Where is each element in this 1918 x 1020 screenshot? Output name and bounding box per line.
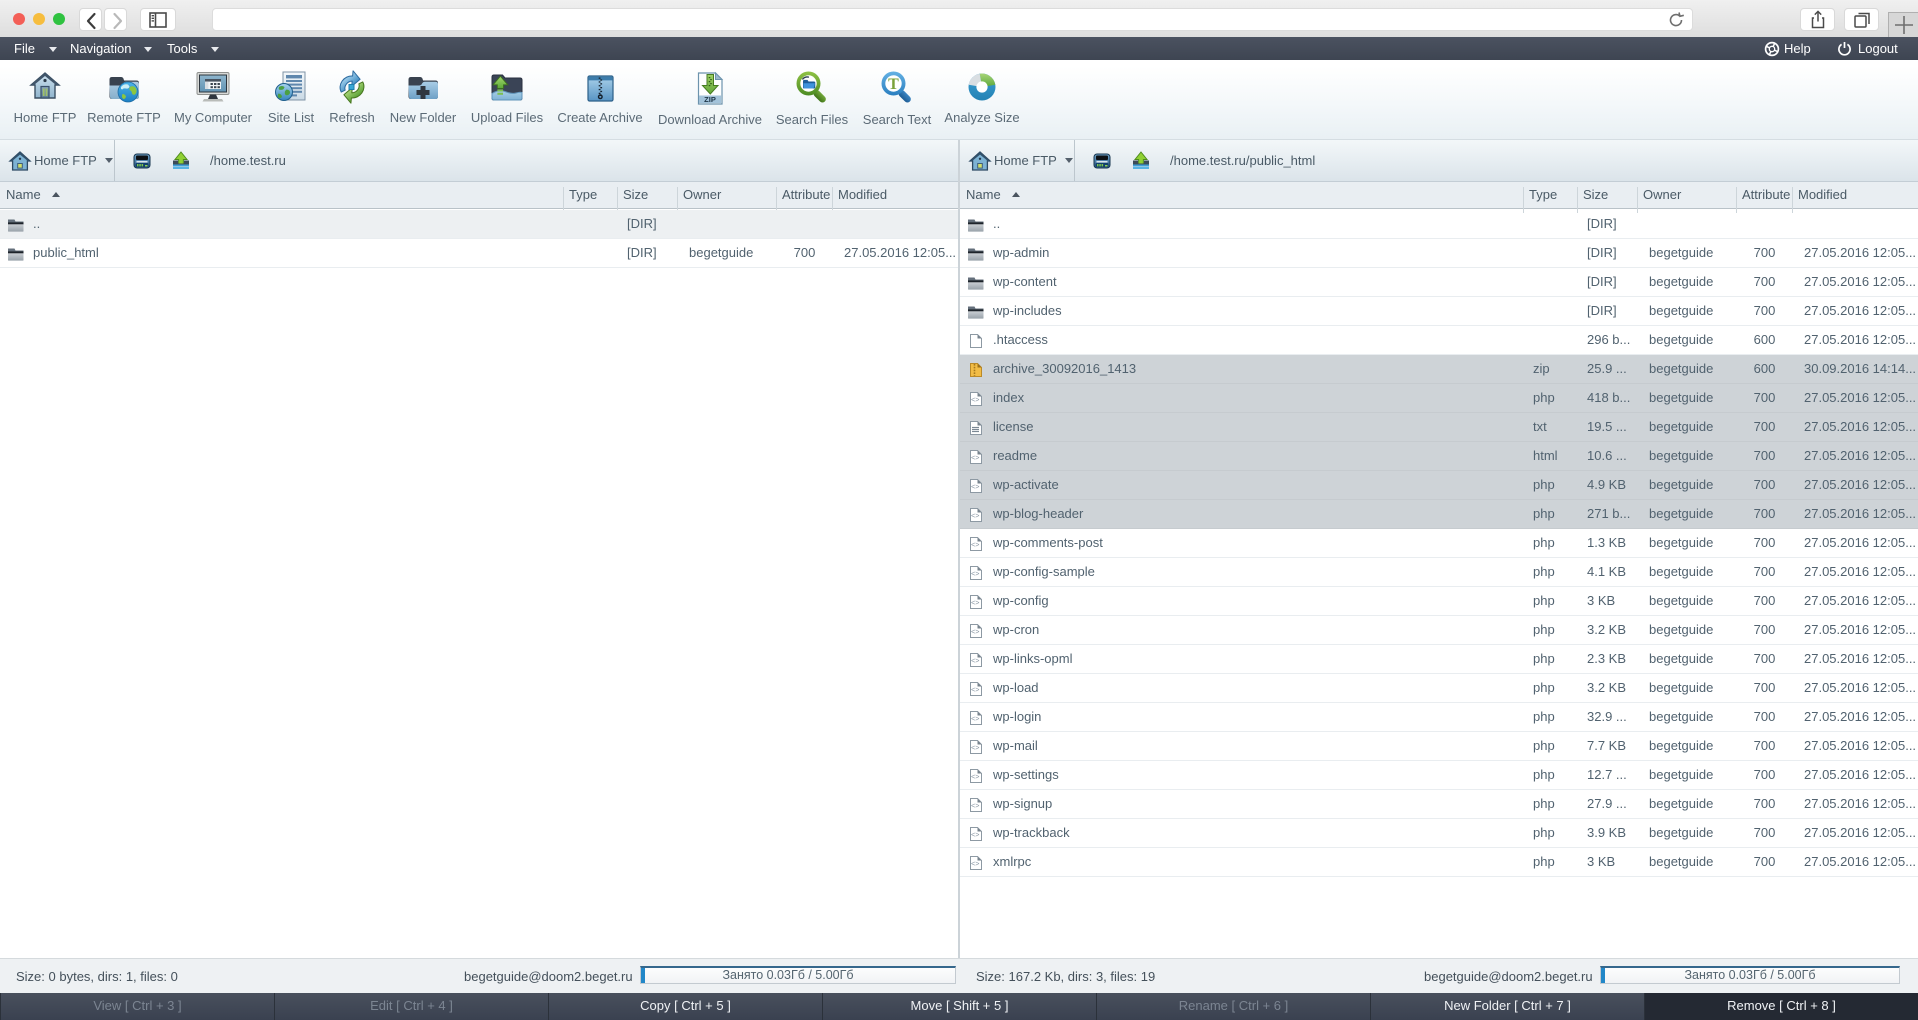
- svg-text:<>: <>: [971, 598, 979, 607]
- svg-text:<>: <>: [971, 511, 979, 520]
- svg-text:<>: <>: [971, 569, 979, 578]
- svg-text:ZIP: ZIP: [704, 95, 716, 104]
- svg-text:<>: <>: [971, 395, 979, 404]
- svg-text:<>: <>: [971, 714, 979, 723]
- svg-text:<>: <>: [971, 801, 979, 810]
- svg-text:T: T: [888, 76, 899, 93]
- svg-text:<>: <>: [971, 859, 979, 868]
- svg-text:<>: <>: [971, 453, 979, 462]
- svg-text:<>: <>: [971, 540, 979, 549]
- svg-text:<>: <>: [971, 772, 979, 781]
- svg-text:<>: <>: [971, 830, 979, 839]
- svg-text:<>: <>: [971, 656, 979, 665]
- svg-text:<>: <>: [971, 685, 979, 694]
- svg-text:<>: <>: [971, 627, 979, 636]
- svg-text:<>: <>: [971, 743, 979, 752]
- svg-text:<>: <>: [971, 482, 979, 491]
